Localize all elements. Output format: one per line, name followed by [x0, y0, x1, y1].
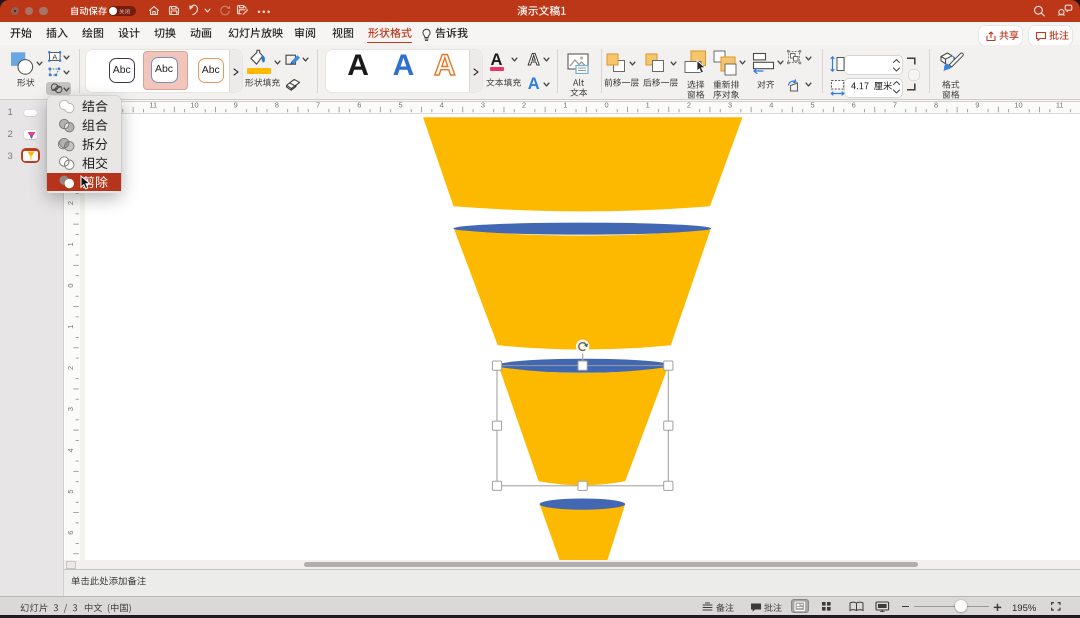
svg-text:9: 9: [233, 101, 237, 110]
svg-text:8: 8: [934, 101, 938, 110]
svg-text:8: 8: [274, 101, 278, 110]
svg-text:3: 3: [480, 101, 484, 110]
svg-text:10: 10: [190, 101, 198, 110]
svg-text:4: 4: [66, 448, 75, 452]
svg-text:10: 10: [1014, 101, 1022, 110]
svg-text:3: 3: [728, 101, 732, 110]
svg-text:6: 6: [66, 530, 75, 534]
svg-text:3: 3: [66, 407, 75, 411]
svg-text:5: 5: [66, 489, 75, 493]
svg-text:5: 5: [810, 101, 814, 110]
svg-text:2: 2: [66, 366, 75, 370]
svg-text:1: 1: [563, 101, 567, 110]
svg-text:9: 9: [975, 101, 979, 110]
svg-text:1: 1: [66, 324, 75, 328]
svg-text:4: 4: [439, 101, 443, 110]
svg-text:7: 7: [316, 101, 320, 110]
svg-text:2: 2: [686, 101, 690, 110]
svg-text:6: 6: [851, 101, 855, 110]
svg-text:2: 2: [66, 201, 75, 205]
svg-text:0: 0: [66, 283, 75, 287]
svg-text:11: 11: [1055, 101, 1063, 110]
svg-text:0: 0: [604, 101, 608, 110]
svg-text:A: A: [52, 53, 57, 62]
svg-text:4: 4: [769, 101, 773, 110]
svg-text:2: 2: [522, 101, 526, 110]
svg-text:7: 7: [892, 101, 896, 110]
svg-text:1: 1: [66, 242, 75, 246]
svg-text:6: 6: [357, 101, 361, 110]
svg-text:11: 11: [149, 101, 157, 110]
svg-text:1: 1: [645, 101, 649, 110]
svg-text:5: 5: [398, 101, 402, 110]
